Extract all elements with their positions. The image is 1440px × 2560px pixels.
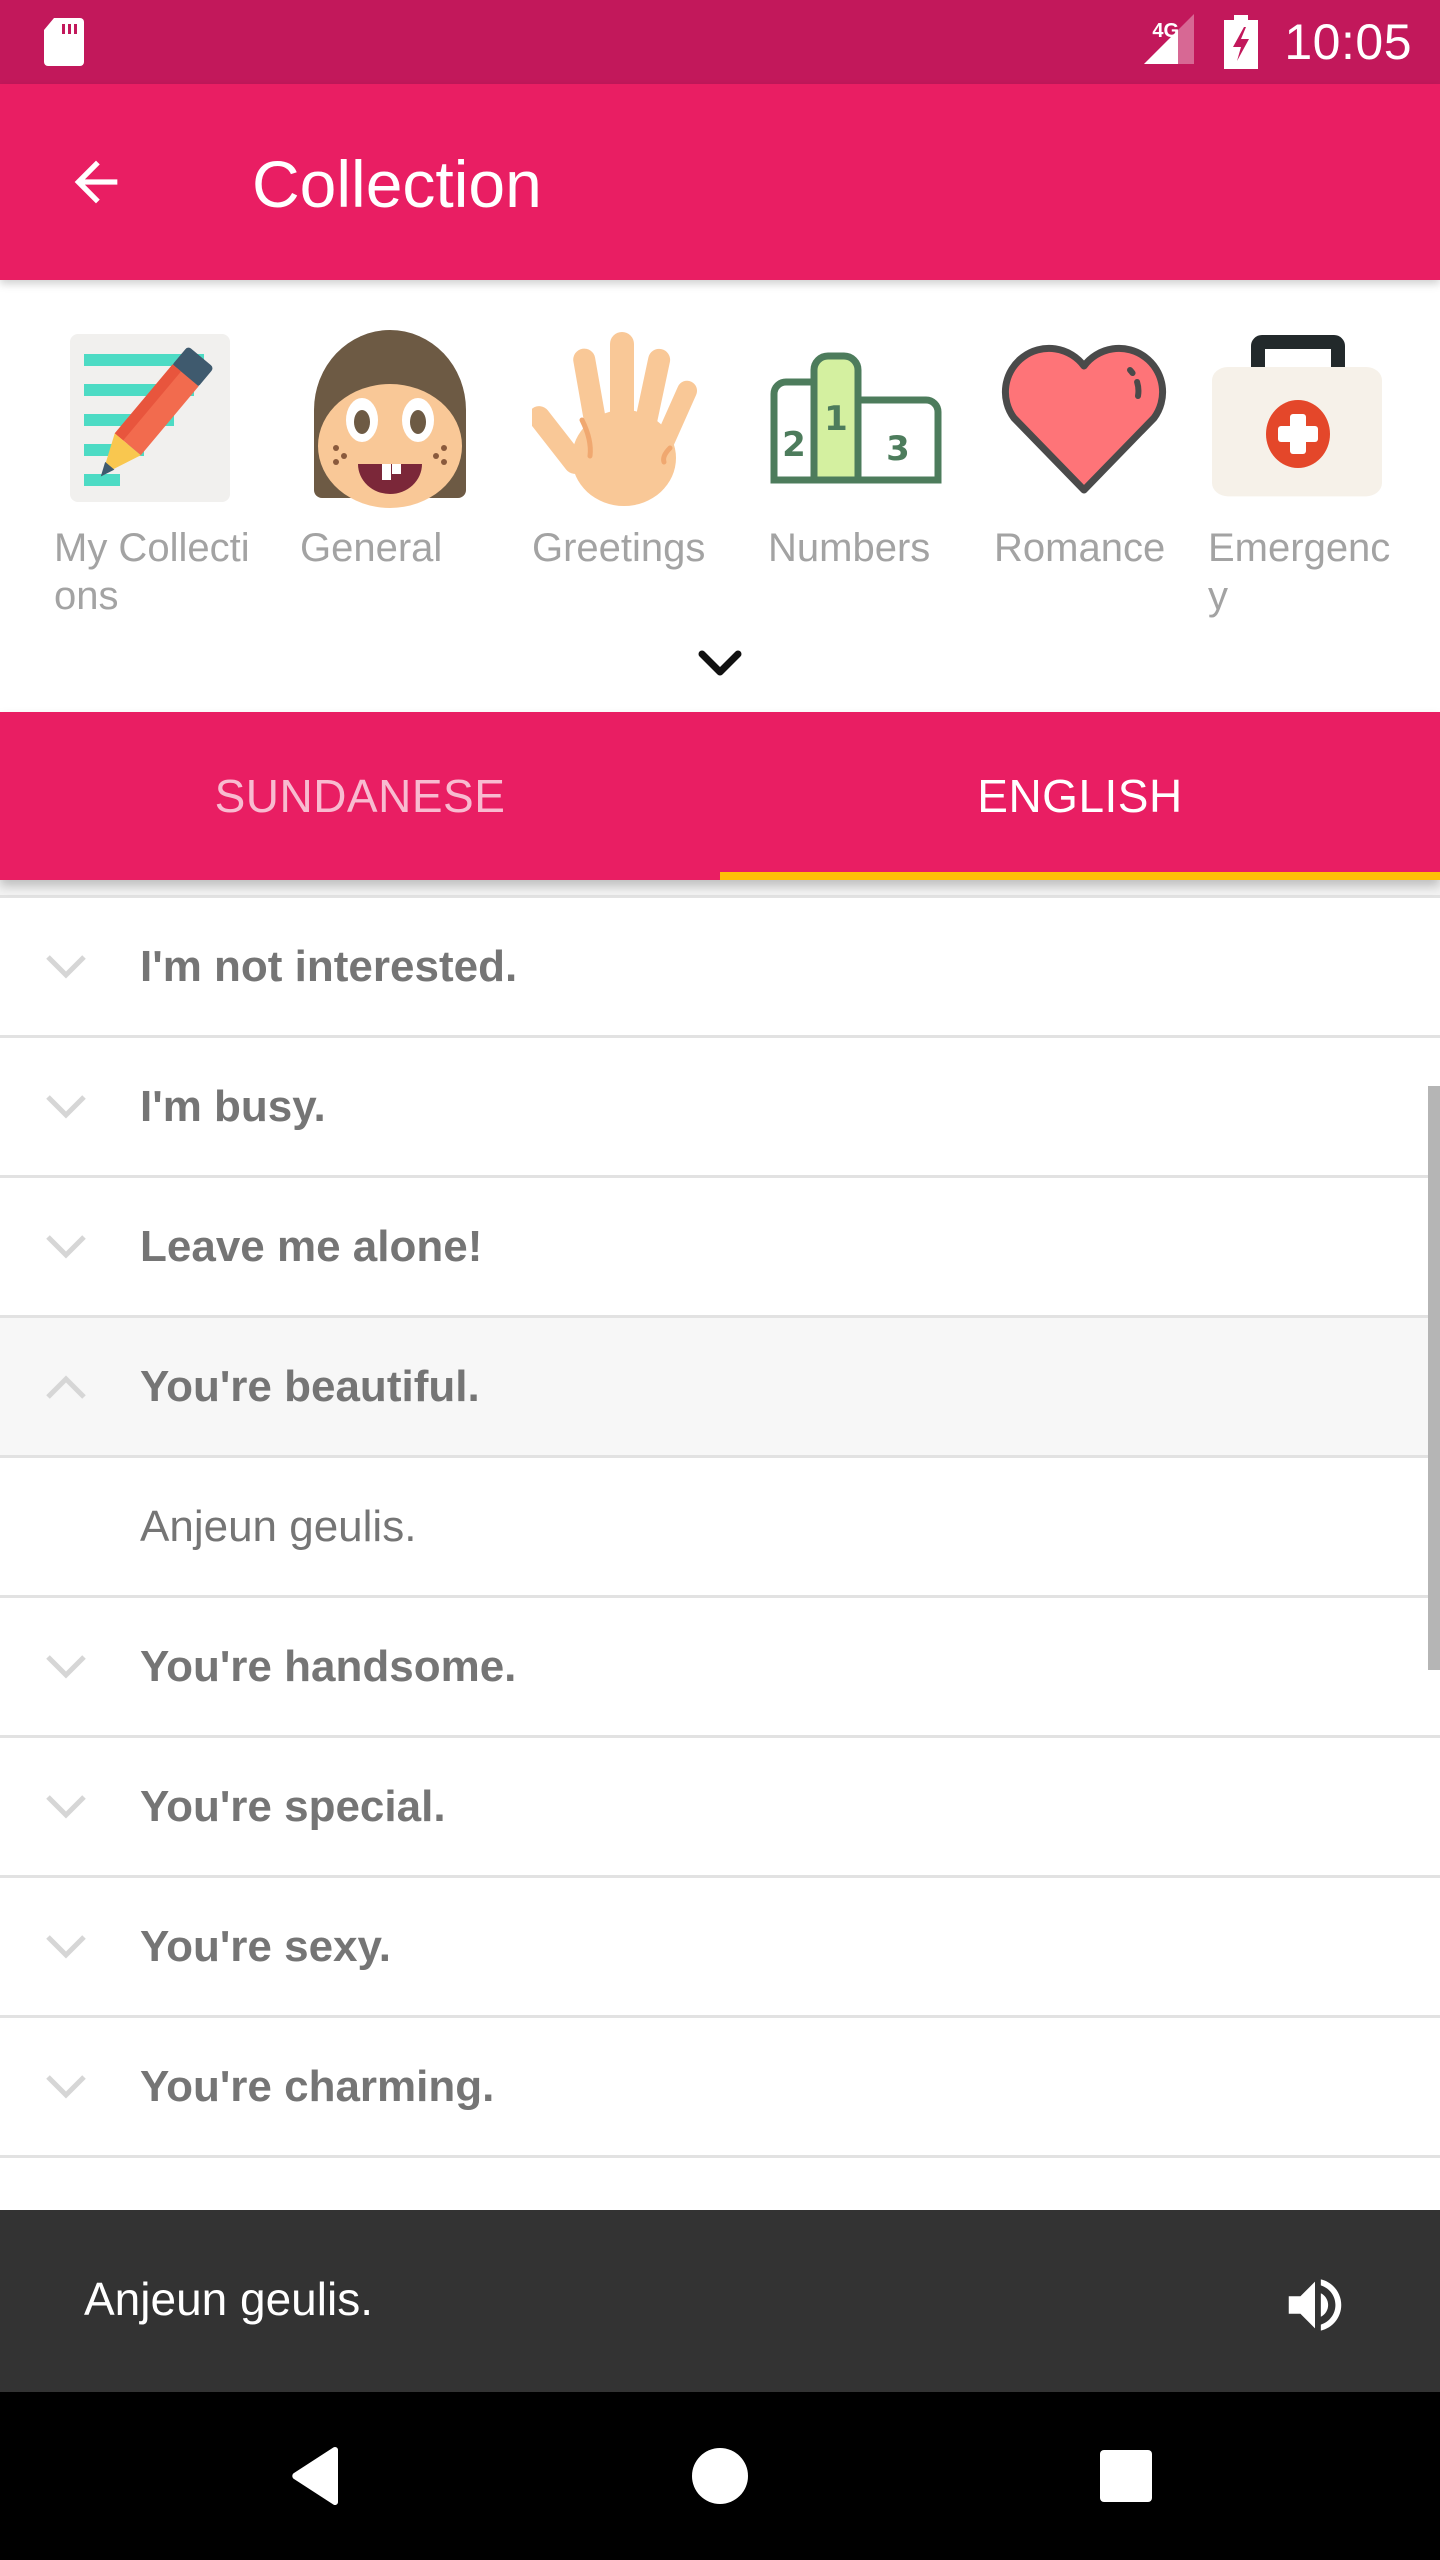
phrase-text: I'm not interested. <box>140 941 518 991</box>
category-label: Romance <box>994 526 1166 570</box>
phrase-row[interactable]: You're charming. <box>0 2018 1440 2158</box>
category-strip: My Collections General Greetings 2 1 3 N… <box>0 280 1440 712</box>
status-bar: 4G 10:05 <box>0 0 1440 84</box>
podium-123-icon: 2 1 3 <box>770 352 942 484</box>
page-title: Collection <box>252 147 542 221</box>
category-label: Greetings <box>532 526 706 570</box>
tab-label: SUNDANESE <box>214 770 506 822</box>
signal-icon: 4G <box>1134 14 1198 70</box>
category-label: My Collections <box>54 526 250 618</box>
sd-card-icon <box>44 18 84 66</box>
scrollbar-thumb[interactable] <box>1428 1086 1440 1670</box>
phrase-row[interactable]: I'm not interested. <box>0 898 1440 1038</box>
chevron-up-icon <box>46 1374 86 1399</box>
category-label: Numbers <box>768 526 931 570</box>
tab-indicator <box>720 872 1440 880</box>
arrow-back-icon <box>74 160 118 204</box>
audio-player-bar: Anjeun geulis. <box>0 2210 1440 2392</box>
player-text: Anjeun geulis. <box>84 2273 373 2325</box>
network-type-label: 4G <box>1152 20 1180 42</box>
system-nav-bar <box>0 2392 1440 2560</box>
category-label: Emergency <box>1208 526 1391 618</box>
category-greetings[interactable]: Greetings <box>532 330 732 572</box>
chevron-down-icon <box>46 1094 86 1119</box>
phrase-text: Leave me alone! <box>140 1221 483 1271</box>
nav-back-button[interactable] <box>278 2438 354 2514</box>
chevron-down-icon <box>46 2074 86 2099</box>
phrase-text: You're charming. <box>140 2061 495 2111</box>
chevron-down-icon <box>46 1654 86 1679</box>
waving-hand-icon <box>532 332 698 506</box>
heart-icon <box>1001 344 1167 494</box>
speaker-volume-icon[interactable] <box>1280 2270 1350 2340</box>
phrase-text: I'm busy. <box>140 1081 326 1131</box>
list-divider <box>0 880 1440 898</box>
category-label: General <box>300 526 443 570</box>
first-aid-kit-icon <box>1212 335 1382 497</box>
phrase-text: You're special. <box>140 1781 446 1831</box>
language-tabs: SUNDANESE ENGLISH <box>0 712 1440 880</box>
category-romance[interactable]: Romance <box>994 330 1194 572</box>
nav-back-icon <box>292 2446 338 2506</box>
clock: 10:05 <box>1284 14 1412 70</box>
nav-recents-button[interactable] <box>1088 2438 1164 2514</box>
translation-row[interactable]: Anjeun geulis. <box>0 1458 1440 1598</box>
chevron-down-icon <box>46 1234 86 1259</box>
tab-english[interactable]: ENGLISH <box>720 712 1440 880</box>
phrase-row[interactable]: You're sexy. <box>0 1878 1440 2018</box>
phrase-text: You're handsome. <box>140 1641 517 1691</box>
phrase-row[interactable]: You're handsome. <box>0 1598 1440 1738</box>
chevron-down-icon <box>46 1794 86 1819</box>
svg-text:3: 3 <box>886 429 910 469</box>
battery-charging-icon <box>1224 15 1259 69</box>
phrase-row-expanded[interactable]: You're beautiful. <box>0 1318 1440 1458</box>
phrase-row[interactable]: I'm busy. <box>0 1038 1440 1178</box>
phrase-list[interactable]: I'm not interested. I'm busy. Leave me a… <box>0 880 1440 2210</box>
category-emergency[interactable]: Emergency <box>1208 330 1408 620</box>
svg-text:2: 2 <box>782 425 806 465</box>
phrase-text: You're sexy. <box>140 1921 391 1971</box>
category-numbers[interactable]: 2 1 3 Numbers <box>768 330 968 572</box>
back-button[interactable] <box>56 142 136 222</box>
smiling-face-icon <box>314 330 466 508</box>
chevron-down-icon <box>46 1934 86 1959</box>
tab-sundanese[interactable]: SUNDANESE <box>0 712 720 880</box>
phrase-text: You're beautiful. <box>140 1361 480 1411</box>
nav-home-icon <box>692 2448 748 2504</box>
chevron-down-icon[interactable] <box>690 640 750 690</box>
svg-text:1: 1 <box>824 399 848 439</box>
category-my-collections[interactable]: My Collections <box>54 330 254 620</box>
phrase-row[interactable]: Leave me alone! <box>0 1178 1440 1318</box>
category-general[interactable]: General <box>300 330 500 572</box>
nav-recents-icon <box>1100 2450 1152 2502</box>
nav-home-button[interactable] <box>682 2438 758 2514</box>
app-bar: Collection <box>0 84 1440 280</box>
phrase-row[interactable]: You're special. <box>0 1738 1440 1878</box>
tab-label: ENGLISH <box>977 770 1183 822</box>
chevron-down-icon <box>46 954 86 979</box>
translation-text: Anjeun geulis. <box>140 1501 417 1551</box>
notepad-pencil-icon <box>70 334 230 502</box>
